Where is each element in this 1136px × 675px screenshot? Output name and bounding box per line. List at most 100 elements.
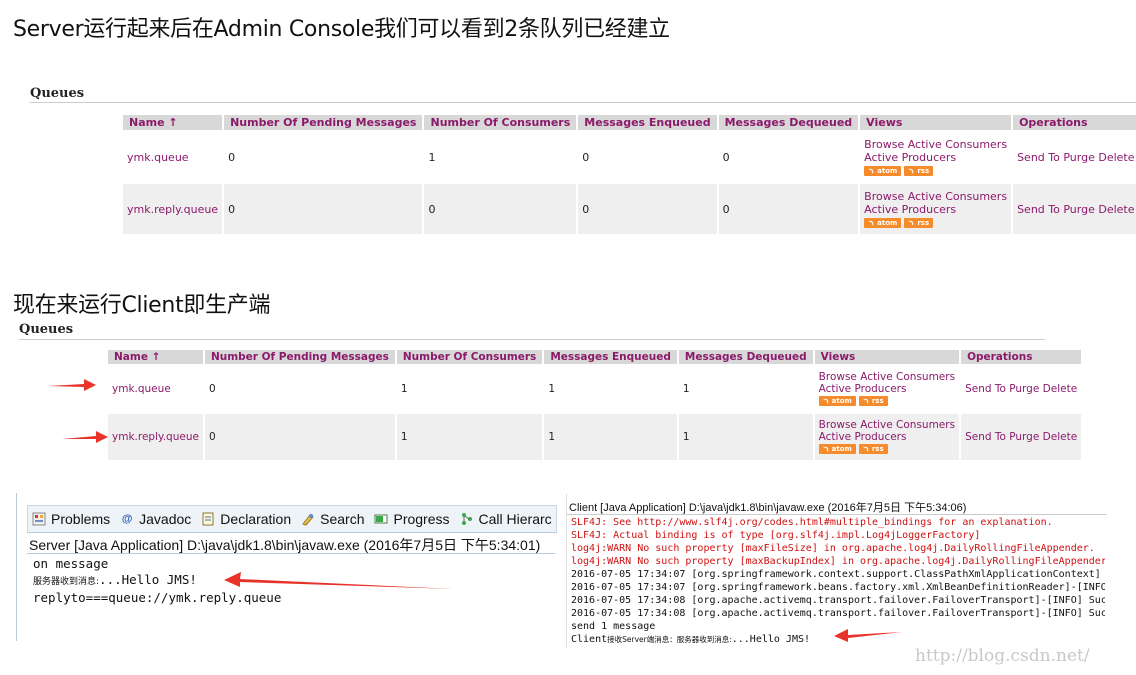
delete-link[interactable]: Delete	[1098, 203, 1134, 216]
queues-title-1: Queues	[30, 86, 85, 101]
queues-table-2: Name ↑ Number Of Pending Messages Number…	[106, 348, 1083, 462]
queue-name-link[interactable]: ymk.reply.queue	[127, 203, 218, 216]
feed-icon	[908, 168, 914, 173]
col-operations-header: Operations	[961, 350, 1082, 364]
delete-link[interactable]: Delete	[1098, 151, 1134, 164]
server-console-panel: Problems @ Javadoc Declaration Search Pr…	[16, 493, 557, 641]
rss-feed-button[interactable]: rss	[904, 217, 934, 228]
purge-link[interactable]: Purge	[1009, 431, 1039, 443]
send-to-link[interactable]: Send To	[1017, 151, 1060, 164]
console-line: 2016-07-05 17:34:08 [org.apache.activemq…	[571, 595, 1105, 606]
operations-cell: Send To Purge Delete	[1013, 132, 1136, 182]
tab-search[interactable]: Search	[301, 511, 364, 527]
queues-rule-1	[30, 102, 1136, 103]
browse-consumers-link[interactable]: Browse Active Consumers	[819, 371, 955, 383]
feed-icon	[823, 446, 829, 452]
console-title: Server [Java Application] D:\java\jdk1.8…	[29, 537, 541, 553]
active-producers-link[interactable]: Active Producers	[819, 383, 907, 395]
enqueued-cell: 1	[544, 414, 677, 460]
table-row: ymk.reply.queue 0 1 1 1 Browse Active Co…	[108, 414, 1082, 460]
browse-consumers-link[interactable]: Browse Active Consumers	[819, 419, 955, 431]
col-enqueued-header: Messages Enqueued	[578, 115, 717, 130]
active-producers-link[interactable]: Active Producers	[864, 203, 956, 216]
heading-admin-console: Server运行起来后在Admin Console我们可以看到2条队列已经建立	[13, 17, 670, 42]
purge-link[interactable]: Purge	[1009, 383, 1039, 395]
col-operations-header: Operations	[1013, 115, 1136, 130]
table-row: ymk.queue 0 1 0 0 Browse Active Consumer…	[123, 132, 1136, 182]
rss-feed-button[interactable]: rss	[858, 396, 888, 406]
table-row: ymk.queue 0 1 1 1 Browse Active Consumer…	[108, 366, 1082, 412]
call-hierarchy-icon	[460, 512, 474, 526]
annotation-arrow-icon	[48, 379, 96, 391]
console-line: 服务器收到消息:...Hello JMS!	[33, 572, 197, 587]
problems-icon	[32, 512, 46, 526]
col-dequeued-header: Messages Dequeued	[718, 115, 859, 130]
console-line: log4j:WARN No such property [maxBackupIn…	[571, 556, 1105, 567]
console-line: 2016-07-05 17:34:07 [org.springframework…	[571, 582, 1105, 593]
operations-cell: Send To Purge Delete	[1013, 184, 1136, 234]
operations-cell: Send To Purge Delete	[961, 366, 1082, 412]
table-header-row: Name ↑ Number Of Pending Messages Number…	[123, 115, 1136, 130]
purge-link[interactable]: Purge	[1063, 151, 1095, 164]
enqueued-cell: 0	[578, 184, 717, 234]
declaration-icon	[201, 512, 215, 526]
feed-icon	[868, 220, 874, 225]
views-cell: Browse Active Consumers Active Producers…	[814, 414, 960, 460]
console-line: send 1 message	[571, 621, 656, 632]
console-line: SLF4J: See http://www.slf4j.org/codes.ht…	[571, 517, 1053, 528]
pending-cell: 0	[204, 366, 395, 412]
send-to-link[interactable]: Send To	[965, 431, 1006, 443]
tab-label: Declaration	[220, 511, 292, 527]
queue-name-link[interactable]: ymk.reply.queue	[112, 431, 199, 443]
col-consumers-header: Number Of Consumers	[424, 115, 577, 130]
browse-consumers-link[interactable]: Browse Active Consumers	[864, 190, 1007, 203]
tab-progress[interactable]: Progress	[374, 511, 450, 527]
tab-declaration[interactable]: Declaration	[201, 511, 291, 527]
col-enqueued-header: Messages Enqueued	[544, 350, 677, 364]
browse-consumers-link[interactable]: Browse Active Consumers	[864, 138, 1007, 151]
tab-label: Search	[320, 511, 365, 527]
col-name-header[interactable]: Name ↑	[123, 115, 223, 130]
feed-icon	[863, 398, 869, 404]
views-cell: Browse Active Consumers Active Producers…	[814, 366, 960, 412]
queues-table-1: Name ↑ Number Of Pending Messages Number…	[121, 113, 1136, 236]
queue-name-link[interactable]: ymk.queue	[127, 151, 189, 164]
atom-feed-button[interactable]: atom	[864, 217, 902, 228]
delete-link[interactable]: Delete	[1043, 383, 1078, 395]
send-to-link[interactable]: Send To	[965, 383, 1006, 395]
console-line: SLF4J: Actual binding is of type [org.sl…	[571, 530, 981, 541]
tab-problems[interactable]: Problems	[32, 511, 110, 527]
enqueued-cell: 1	[544, 366, 677, 412]
queue-name-link[interactable]: ymk.queue	[112, 383, 171, 395]
annotation-arrow-icon	[834, 629, 902, 642]
active-producers-link[interactable]: Active Producers	[864, 151, 956, 164]
col-name-header[interactable]: Name ↑	[108, 350, 203, 364]
rss-feed-button[interactable]: rss	[858, 444, 888, 454]
atom-feed-button[interactable]: atom	[818, 444, 856, 454]
dequeued-cell: 0	[718, 184, 859, 234]
send-to-link[interactable]: Send To	[1017, 203, 1060, 216]
atom-feed-button[interactable]: atom	[818, 396, 856, 406]
javadoc-icon: @	[121, 513, 133, 525]
col-pending-header: Number Of Pending Messages	[224, 115, 423, 130]
tab-javadoc[interactable]: @ Javadoc	[120, 511, 192, 527]
heading-run-client: 现在来运行Client即生产端	[13, 293, 271, 318]
console-divider	[27, 553, 555, 554]
col-dequeued-header: Messages Dequeued	[678, 350, 813, 364]
pending-cell: 0	[224, 132, 423, 182]
consumers-cell: 1	[424, 132, 577, 182]
active-producers-link[interactable]: Active Producers	[819, 431, 907, 443]
rss-feed-button[interactable]: rss	[904, 165, 934, 176]
feed-icon	[868, 168, 874, 173]
atom-feed-button[interactable]: atom	[864, 165, 902, 176]
view-tab-bar: Problems @ Javadoc Declaration Search Pr…	[27, 505, 557, 533]
tab-call-hierarchy[interactable]: Call Hierarc	[460, 511, 552, 527]
purge-link[interactable]: Purge	[1063, 203, 1095, 216]
views-cell: Browse Active Consumers Active Producers…	[860, 132, 1012, 182]
annotation-arrow-icon	[62, 431, 108, 443]
tab-label: Problems	[51, 511, 111, 527]
console-line: log4j:WARN No such property [maxFileSize…	[571, 543, 1095, 554]
console-line: on message	[33, 556, 109, 571]
delete-link[interactable]: Delete	[1043, 431, 1078, 443]
console-title: Client [Java Application] D:\java\jdk1.8…	[569, 502, 967, 514]
